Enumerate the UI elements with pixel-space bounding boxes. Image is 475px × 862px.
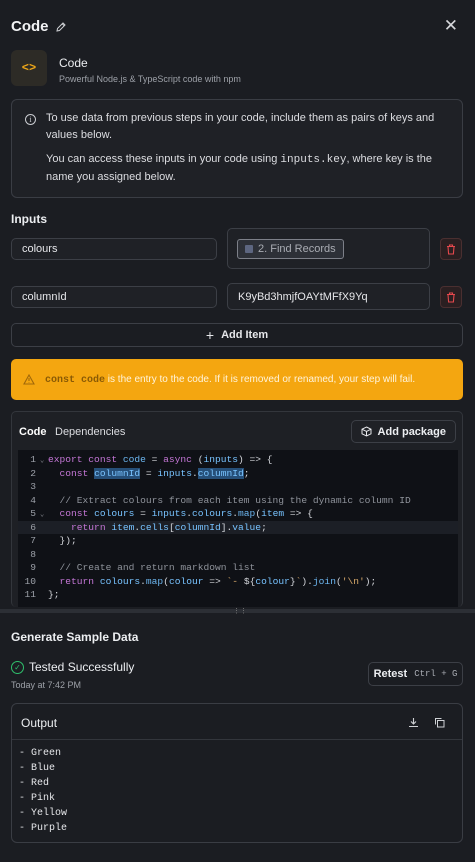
close-icon[interactable]: ✕ — [444, 17, 458, 34]
output-line: - Yellow — [19, 808, 68, 819]
download-icon[interactable] — [405, 714, 421, 730]
code-line: 7 }); — [18, 534, 458, 548]
code-line: 8 — [18, 548, 458, 562]
check-circle-icon: ✓ — [11, 660, 24, 674]
trash-icon — [447, 243, 455, 255]
info-text-2-prefix: You can access these inputs in your code… — [46, 153, 281, 165]
test-status: ✓ Tested Successfully — [11, 660, 134, 674]
plus-icon: + — [205, 327, 215, 343]
warning-code: const code — [45, 374, 106, 386]
code-brackets-icon: <> — [21, 61, 37, 75]
info-inline-code: inputs.key — [280, 154, 347, 166]
line-number: 11 — [24, 589, 36, 600]
warning-text: const code is the entry to the code. If … — [45, 374, 415, 386]
code-editor[interactable]: 1 ⌄ export const code = async (inputs) => … — [18, 450, 458, 607]
code-line: 6 return item.cells[columnId].value; — [18, 520, 458, 534]
add-item-button[interactable]: + Add Item — [11, 323, 463, 347]
delete-row-button[interactable] — [440, 286, 462, 308]
output-line: - Red — [19, 778, 50, 789]
step-reference-chip[interactable]: 2. Find Records — [237, 238, 344, 259]
output-line: - Pink — [19, 793, 56, 804]
info-icon: i — [25, 114, 36, 125]
add-item-label: Add Item — [221, 329, 269, 341]
add-package-label: Add package — [377, 425, 446, 438]
code-panel: Code Dependencies Add package 1 ⌄ export c… — [11, 411, 463, 607]
step-reference-label: 2. Find Records — [258, 242, 336, 255]
retest-label: Retest — [373, 668, 408, 680]
warning-banner: const code is the entry to the code. If … — [11, 359, 463, 400]
page-title: Code — [11, 18, 67, 35]
code-line: 10 return colours.map(colour => `- ${col… — [18, 575, 458, 589]
add-package-button[interactable]: Add package — [350, 420, 456, 443]
generate-sample-title: Generate Sample Data — [11, 630, 139, 644]
retest-button[interactable]: Retest Ctrl + G — [368, 662, 463, 686]
line-number: 3 — [30, 481, 36, 492]
warning-message: is the entry to the code. If it is remov… — [105, 373, 416, 385]
line-number: 8 — [30, 548, 36, 560]
warning-icon — [23, 374, 35, 385]
code-line: 3 — [18, 480, 458, 494]
table-icon — [245, 244, 253, 253]
code-line: 11}; — [18, 588, 458, 602]
code-line: 9 // Create and return markdown list — [18, 561, 458, 575]
app-name: Code — [59, 56, 88, 70]
info-box: i To use data from previous steps in you… — [11, 99, 463, 198]
output-line: - Purple — [19, 823, 68, 834]
output-line: - Blue — [19, 763, 56, 774]
delete-row-button[interactable] — [440, 238, 462, 260]
package-icon — [361, 426, 372, 437]
output-divider — [12, 739, 462, 740]
line-number: 5 — [30, 508, 36, 519]
output-title: Output — [21, 716, 58, 730]
input-value-field[interactable]: K9yBd3hmjfOAYtMFfX9Yq — [227, 283, 430, 310]
line-number: 9 — [30, 562, 36, 573]
line-number: 1 — [30, 454, 36, 465]
code-line: 1 ⌄ export const code = async (inputs) => … — [18, 453, 458, 467]
line-number: 10 — [24, 575, 36, 587]
app-description: Powerful Node.js & TypeScript code with … — [59, 74, 241, 84]
test-status-text: Tested Successfully — [29, 660, 135, 674]
tab-code[interactable]: Code — [19, 426, 47, 438]
line-number: 7 — [30, 535, 36, 546]
page-title-text: Code — [11, 18, 49, 35]
keyboard-shortcut: Ctrl + G — [414, 669, 458, 679]
code-line: 4 // Extract colours from each item usin… — [18, 494, 458, 508]
info-text-2: You can access these inputs in your code… — [46, 151, 451, 186]
info-text-1: To use data from previous steps in your … — [46, 112, 435, 141]
code-line: 5 ⌄ const colours = inputs.colours.map(it… — [18, 507, 458, 521]
input-value-field[interactable]: 2. Find Records — [227, 228, 430, 269]
line-number: 2 — [30, 467, 36, 479]
code-app-icon: <> — [11, 50, 47, 86]
copy-icon[interactable] — [431, 714, 447, 730]
inputs-label: Inputs — [11, 212, 47, 226]
code-comment: // Create and return markdown list — [59, 562, 256, 573]
output-panel: Output - Green - Blue - Red - Pink - Yel… — [11, 703, 463, 843]
code-line: 2 const columnId = inputs.columnId; — [18, 467, 458, 481]
input-key-field[interactable]: colours — [11, 238, 217, 260]
line-number: 6 — [30, 521, 36, 533]
test-timestamp: Today at 7:42 PM — [11, 680, 82, 690]
output-line: - Green — [19, 748, 62, 759]
trash-icon — [447, 291, 455, 303]
tab-dependencies[interactable]: Dependencies — [55, 426, 125, 438]
edit-pencil-icon[interactable] — [55, 21, 67, 33]
drag-handle-icon[interactable]: ⋮⋮ — [233, 607, 247, 615]
code-comment: // Extract colours from each item using … — [59, 494, 411, 506]
input-key-field[interactable]: columnId — [11, 286, 217, 308]
line-number: 4 — [30, 494, 36, 506]
